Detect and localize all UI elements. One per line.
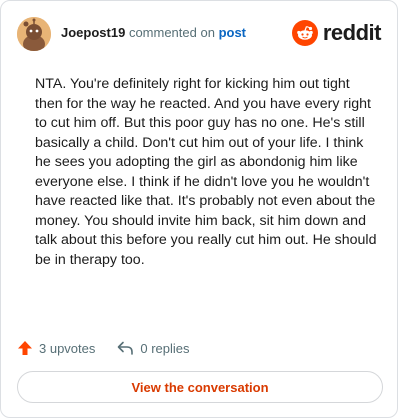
user-avatar[interactable] [17, 17, 51, 51]
reddit-snoo-icon [291, 20, 318, 46]
upvote-arrow-icon [18, 341, 32, 355]
reply-arrow-icon [118, 341, 134, 355]
post-link[interactable]: post [219, 25, 246, 40]
snoo-avatar-icon [17, 17, 51, 51]
comment-verb: commented on [128, 25, 215, 40]
comment-embed-card: Joepost19 commented on post reddit NTA. … [0, 0, 398, 418]
comment-footer: 3 upvotes 0 replies [17, 337, 212, 359]
comment-header: Joepost19 commented on post reddit [17, 17, 382, 51]
upvote-count: 3 upvotes [39, 340, 96, 356]
reply-stat[interactable]: 0 replies [117, 340, 190, 356]
upvote-stat[interactable]: 3 upvotes [17, 340, 95, 356]
reply-count: 0 replies [140, 340, 190, 356]
author-name[interactable]: Joepost19 [61, 25, 125, 40]
comment-meta: Joepost19 commented on post [61, 25, 246, 40]
view-conversation-button[interactable]: View the conversation [17, 371, 383, 403]
reddit-logo[interactable]: reddit [291, 19, 382, 47]
comment-body: NTA. You're definitely right for kicking… [35, 76, 377, 268]
reddit-wordmark: reddit [322, 20, 382, 45]
